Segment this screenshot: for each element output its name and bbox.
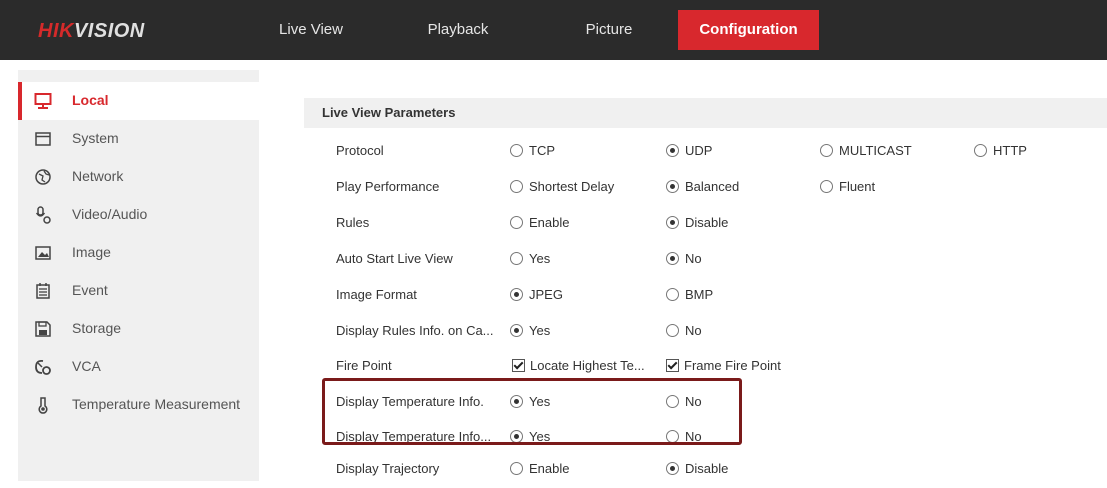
row-label: Play Performance bbox=[336, 179, 440, 194]
row-label: Rules bbox=[336, 215, 370, 230]
top-bar: HIKVISION Live View Playback Picture Con… bbox=[0, 0, 1107, 60]
section-header: Live View Parameters bbox=[304, 98, 1107, 128]
tab-playback[interactable]: Playback bbox=[408, 10, 508, 50]
sidebar-item-label: Event bbox=[72, 282, 108, 298]
radio-icon bbox=[974, 144, 987, 157]
radio-icon bbox=[510, 324, 523, 337]
row-display-rules-info: Display Rules Info. on Ca... Yes No bbox=[334, 314, 1107, 350]
thermometer-icon bbox=[38, 397, 48, 414]
sidebar-item-storage[interactable]: Storage bbox=[18, 310, 259, 348]
radio-icon bbox=[510, 144, 523, 157]
radio-trajectory-enable[interactable]: Enable bbox=[510, 461, 569, 476]
checkbox-locate-highest-temp[interactable]: Locate Highest Te... bbox=[512, 358, 645, 373]
radio-icon bbox=[666, 288, 679, 301]
sidebar-item-event[interactable]: Event bbox=[18, 272, 259, 310]
row-protocol: Protocol TCP UDP MULTICAST HTTP bbox=[334, 134, 1107, 170]
sidebar-item-label: System bbox=[72, 130, 119, 146]
sidebar-item-image[interactable]: Image bbox=[18, 234, 259, 272]
tab-picture[interactable]: Picture bbox=[556, 10, 662, 50]
checkbox-icon bbox=[512, 359, 525, 372]
tab-configuration[interactable]: Configuration bbox=[678, 10, 819, 50]
radio-icon bbox=[666, 216, 679, 229]
row-label: Fire Point bbox=[336, 358, 392, 373]
row-label: Image Format bbox=[336, 287, 417, 302]
radio-udp[interactable]: UDP bbox=[666, 143, 712, 158]
radio-icon bbox=[510, 462, 523, 475]
sidebar-item-label: Video/Audio bbox=[72, 206, 148, 222]
sidebar-item-vca[interactable]: VCA bbox=[18, 348, 259, 386]
radio-icon bbox=[510, 216, 523, 229]
radio-icon bbox=[510, 252, 523, 265]
section-title: Live View Parameters bbox=[322, 105, 456, 120]
radio-icon bbox=[666, 144, 679, 157]
radio-tcp[interactable]: TCP bbox=[510, 143, 555, 158]
sidebar-item-label: Temperature Measurement bbox=[72, 396, 241, 412]
sidebar-item-label: Storage bbox=[72, 320, 122, 336]
radio-multicast[interactable]: MULTICAST bbox=[820, 143, 912, 158]
radio-rules-info-yes[interactable]: Yes bbox=[510, 323, 550, 338]
sidebar-item-label: Network bbox=[72, 168, 124, 184]
radio-rules-disable[interactable]: Disable bbox=[666, 215, 728, 230]
sidebar-item-local[interactable]: Local bbox=[18, 82, 259, 120]
radio-icon bbox=[820, 180, 833, 193]
vca-icon bbox=[35, 359, 51, 375]
radio-http[interactable]: HTTP bbox=[974, 143, 1027, 158]
row-label: Protocol bbox=[336, 143, 384, 158]
sidebar: Local System Network Video/Audio Image E… bbox=[18, 70, 259, 481]
system-icon bbox=[35, 132, 51, 146]
sidebar-item-label: Image bbox=[72, 244, 111, 260]
radio-icon bbox=[666, 180, 679, 193]
row-rules: Rules Enable Disable bbox=[334, 206, 1107, 242]
row-play-performance: Play Performance Shortest Delay Balanced… bbox=[334, 170, 1107, 206]
row-label: Auto Start Live View bbox=[336, 251, 453, 266]
radio-trajectory-disable[interactable]: Disable bbox=[666, 461, 728, 476]
radio-icon bbox=[510, 180, 523, 193]
monitor-icon bbox=[34, 93, 52, 109]
row-label: Display Trajectory bbox=[336, 461, 440, 476]
floppy-icon bbox=[35, 321, 51, 337]
radio-jpeg[interactable]: JPEG bbox=[510, 287, 563, 302]
calendar-icon bbox=[36, 283, 50, 299]
microphone-icon bbox=[35, 206, 51, 224]
radio-rules-enable[interactable]: Enable bbox=[510, 215, 569, 230]
radio-auto-start-no[interactable]: No bbox=[666, 251, 702, 266]
sidebar-item-network[interactable]: Network bbox=[18, 158, 259, 196]
radio-balanced[interactable]: Balanced bbox=[666, 179, 739, 194]
checkbox-icon bbox=[666, 359, 679, 372]
row-auto-start-live-view: Auto Start Live View Yes No bbox=[334, 242, 1107, 278]
sidebar-item-label: VCA bbox=[72, 358, 101, 374]
radio-bmp[interactable]: BMP bbox=[666, 287, 713, 302]
hikvision-logo: HIKVISION bbox=[38, 20, 145, 42]
sidebar-item-temperature-measurement[interactable]: Temperature Measurement bbox=[18, 386, 259, 424]
sidebar-item-video-audio[interactable]: Video/Audio bbox=[18, 196, 259, 234]
tab-live-view[interactable]: Live View bbox=[268, 10, 354, 50]
radio-icon bbox=[666, 252, 679, 265]
radio-auto-start-yes[interactable]: Yes bbox=[510, 251, 550, 266]
sidebar-item-system[interactable]: System bbox=[18, 120, 259, 158]
globe-icon bbox=[35, 169, 51, 185]
checkbox-frame-fire-point[interactable]: Frame Fire Point bbox=[666, 358, 781, 373]
sidebar-item-label: Local bbox=[72, 92, 109, 108]
row-image-format: Image Format JPEG BMP bbox=[334, 278, 1107, 314]
radio-icon bbox=[666, 324, 679, 337]
image-icon bbox=[35, 246, 51, 260]
radio-icon bbox=[666, 462, 679, 475]
row-display-trajectory: Display Trajectory Enable Disable bbox=[334, 452, 1107, 488]
radio-icon bbox=[510, 288, 523, 301]
radio-shortest-delay[interactable]: Shortest Delay bbox=[510, 179, 614, 194]
radio-rules-info-no[interactable]: No bbox=[666, 323, 702, 338]
radio-fluent[interactable]: Fluent bbox=[820, 179, 875, 194]
radio-icon bbox=[820, 144, 833, 157]
highlight-box bbox=[322, 378, 742, 445]
row-label: Display Rules Info. on Ca... bbox=[336, 323, 494, 338]
